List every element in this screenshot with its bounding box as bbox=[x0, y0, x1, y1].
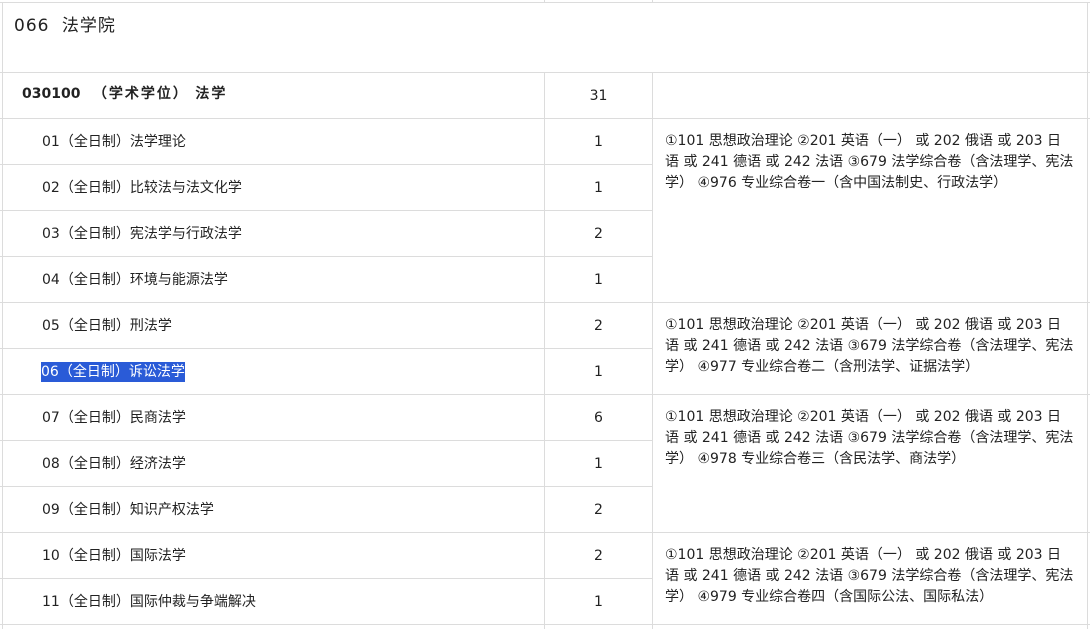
grid-line bbox=[0, 578, 652, 579]
major-type: （学术学位） bbox=[92, 86, 189, 102]
department-title: 066 法学院 bbox=[14, 15, 116, 37]
grid-line bbox=[2, 2, 3, 629]
grid-line bbox=[0, 210, 652, 211]
grid-line bbox=[0, 302, 1090, 303]
direction-quota: 2 bbox=[594, 548, 603, 564]
exam-subjects: ①101 思想政治理论 ②201 英语（一） 或 202 俄语 或 203 日语… bbox=[665, 547, 1074, 605]
direction-quota: 1 bbox=[594, 456, 603, 472]
grid-line bbox=[0, 624, 1090, 625]
direction-label[interactable]: 11（全日制）国际仲裁与争端解决 bbox=[42, 592, 256, 612]
department-name: 法学院 bbox=[61, 16, 116, 36]
direction-label[interactable]: 03（全日制）宪法学与行政法学 bbox=[42, 224, 242, 244]
exam-subjects: ①101 思想政治理论 ②201 英语（一） 或 202 俄语 或 203 日语… bbox=[665, 409, 1074, 467]
grid-line bbox=[1087, 2, 1088, 629]
grid-line bbox=[0, 118, 1090, 119]
direction-label[interactable]: 08（全日制）经济法学 bbox=[42, 454, 186, 474]
major-code: 030100 bbox=[22, 86, 81, 102]
department-code: 066 bbox=[14, 16, 50, 36]
grid-line bbox=[0, 164, 652, 165]
major-name: 法学 bbox=[195, 86, 228, 102]
direction-quota: 1 bbox=[594, 594, 603, 610]
direction-label[interactable]: 05（全日制）刑法学 bbox=[42, 316, 172, 336]
direction-label[interactable]: 02（全日制）比较法与法文化学 bbox=[42, 178, 242, 198]
exam-subjects: ①101 思想政治理论 ②201 英语（一） 或 202 俄语 或 203 日语… bbox=[665, 317, 1074, 375]
grid-line bbox=[0, 2, 1090, 3]
direction-quota: 1 bbox=[594, 134, 603, 150]
grid-line bbox=[0, 440, 652, 441]
direction-quota: 1 bbox=[594, 364, 603, 380]
direction-quota: 2 bbox=[594, 502, 603, 518]
major-quota: 31 bbox=[589, 88, 608, 104]
direction-label[interactable]: 01（全日制）法学理论 bbox=[42, 132, 186, 152]
grid-line bbox=[652, 72, 653, 629]
grid-line bbox=[0, 394, 1090, 395]
direction-label[interactable]: 10（全日制）国际法学 bbox=[42, 546, 186, 566]
grid-line bbox=[0, 486, 652, 487]
direction-quota: 1 bbox=[594, 272, 603, 288]
direction-quota: 6 bbox=[594, 410, 603, 426]
grid-line bbox=[652, 0, 653, 2]
direction-quota: 2 bbox=[594, 226, 603, 242]
grid-line bbox=[0, 72, 1090, 73]
direction-quota: 1 bbox=[594, 180, 603, 196]
grid-line bbox=[0, 256, 652, 257]
direction-quota: 2 bbox=[594, 318, 603, 334]
direction-label-selected[interactable]: 06（全日制）诉讼法学 bbox=[41, 362, 185, 382]
catalog-table: 066 法学院 030100 （学术学位） 法学 31 01（全日制）法学理论 … bbox=[0, 0, 1090, 629]
major-row: 030100 （学术学位） 法学 bbox=[22, 84, 227, 104]
direction-label[interactable]: 09（全日制）知识产权法学 bbox=[42, 500, 214, 520]
grid-line bbox=[544, 0, 545, 2]
grid-line bbox=[0, 532, 1090, 533]
direction-label[interactable]: 04（全日制）环境与能源法学 bbox=[42, 270, 228, 290]
exam-subjects: ①101 思想政治理论 ②201 英语（一） 或 202 俄语 或 203 日语… bbox=[665, 133, 1074, 191]
direction-label[interactable]: 07（全日制）民商法学 bbox=[42, 408, 186, 428]
grid-line bbox=[0, 348, 652, 349]
